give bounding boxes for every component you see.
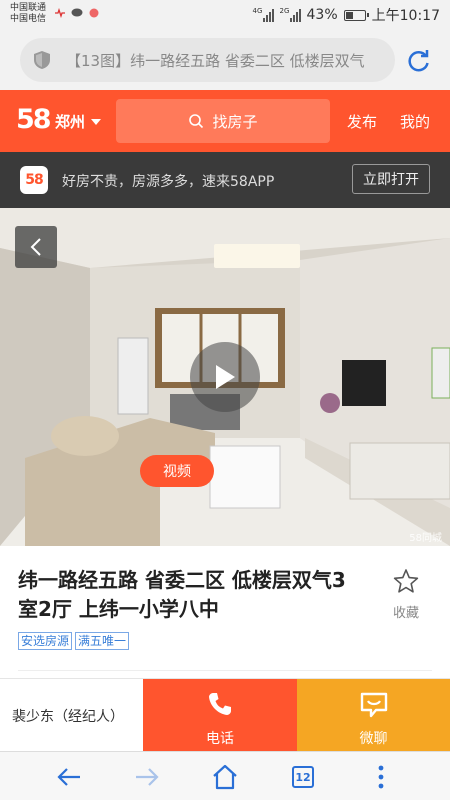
nav-forward-button[interactable] (132, 762, 162, 792)
signal-icon: 4G (253, 8, 274, 22)
notification-icons (54, 8, 100, 18)
carrier-info: 中国联通 中国电信 (10, 3, 46, 25)
play-icon (216, 365, 235, 389)
tag-five-year-only: 满五唯一 (75, 632, 130, 650)
app-notification-icon (89, 8, 99, 18)
back-button[interactable] (15, 226, 57, 268)
chat-icon (360, 692, 387, 718)
nav-tabs-button[interactable]: 12 (288, 762, 318, 792)
listing-title: 纬一路经五路 省委二区 低楼层双气3室2厅 上纬一小学八中 (18, 568, 346, 621)
divider (18, 670, 432, 671)
chevron-down-icon (91, 118, 102, 125)
favorite-button[interactable]: 收藏 (388, 568, 424, 621)
clock: 上午10:17 (371, 8, 440, 24)
more-vertical-icon (378, 765, 384, 789)
app-banner-text: 好房不贵，房源多多，速来58APP (62, 174, 275, 190)
battery-percent: 43% (306, 7, 338, 23)
carrier-2: 中国电信 (10, 14, 47, 24)
url-text: 【13图】纬一路经五路 省委二区 低楼层双气 (66, 52, 365, 70)
open-app-button[interactable]: 立即打开 (352, 164, 430, 194)
favorite-label: 收藏 (392, 606, 419, 621)
tabs-count-icon: 12 (292, 766, 314, 788)
call-button[interactable]: 电话 (143, 679, 297, 752)
agent-name: 裴少东（经纪人） (12, 709, 124, 725)
tag-secure-listing: 安选房源 (18, 632, 73, 650)
chat-label: 微聊 (359, 731, 388, 747)
address-bar[interactable]: 【13图】纬一路经五路 省委二区 低楼层双气 (20, 38, 395, 82)
reload-icon[interactable] (406, 48, 432, 74)
nav-home-button[interactable] (210, 762, 240, 792)
arrow-left-icon (57, 768, 80, 786)
signal-icon-2: 2G (280, 8, 301, 22)
carrier-1: 中国联通 (10, 3, 47, 13)
shield-icon (34, 51, 50, 69)
city-selector[interactable]: 郑州 (55, 111, 102, 132)
phone-icon (209, 693, 231, 715)
chat-button[interactable]: 微聊 (297, 679, 450, 752)
home-icon (213, 764, 237, 790)
status-right: 4G 2G 43% 上午10:17 (253, 5, 440, 25)
listing-photo[interactable]: 视频 58同城 (0, 208, 450, 546)
listing-tags: 安选房源 满五唯一 (18, 632, 130, 650)
star-icon (393, 569, 419, 593)
browser-toolbar: 【13图】纬一路经五路 省委二区 低楼层双气 (0, 30, 450, 90)
status-bar: 中国联通 中国电信 4G 2G 43% 上午10:17 (0, 0, 450, 30)
listing-info: 纬一路经五路 省委二区 低楼层双气3室2厅 上纬一小学八中 收藏 安选房源 满五… (0, 546, 450, 676)
app-logo-icon: 58 (20, 166, 48, 194)
mine-link[interactable]: 我的 (400, 111, 430, 132)
call-label: 电话 (206, 731, 234, 747)
site-logo[interactable]: 58 (16, 104, 52, 135)
battery-icon (343, 9, 369, 21)
city-label: 郑州 (55, 113, 86, 131)
search-button[interactable]: 找房子 (116, 99, 330, 143)
heartbeat-icon (55, 8, 65, 18)
play-video-button[interactable] (190, 342, 260, 412)
arrow-right-icon (136, 768, 159, 786)
browser-bottom-nav: 12 (0, 751, 450, 800)
contact-bar: 裴少东（经纪人） 电话 微聊 (0, 678, 450, 752)
video-tab[interactable]: 视频 (140, 455, 214, 487)
nav-back-button[interactable] (54, 762, 84, 792)
network-type-1: 4G (252, 7, 263, 15)
search-icon (189, 114, 204, 129)
network-type-2: 2G (279, 7, 290, 15)
site-header: 58 郑州 找房子 发布 我的 (0, 90, 450, 152)
chat-bubble-icon (71, 8, 83, 17)
nav-menu-button[interactable] (366, 762, 396, 792)
post-link[interactable]: 发布 (347, 111, 377, 132)
app-download-banner: 58 好房不贵，房源多多，速来58APP 立即打开 (0, 152, 450, 208)
search-label: 找房子 (212, 112, 258, 131)
chevron-left-icon (30, 238, 41, 256)
watermark: 58同城 (409, 533, 442, 544)
